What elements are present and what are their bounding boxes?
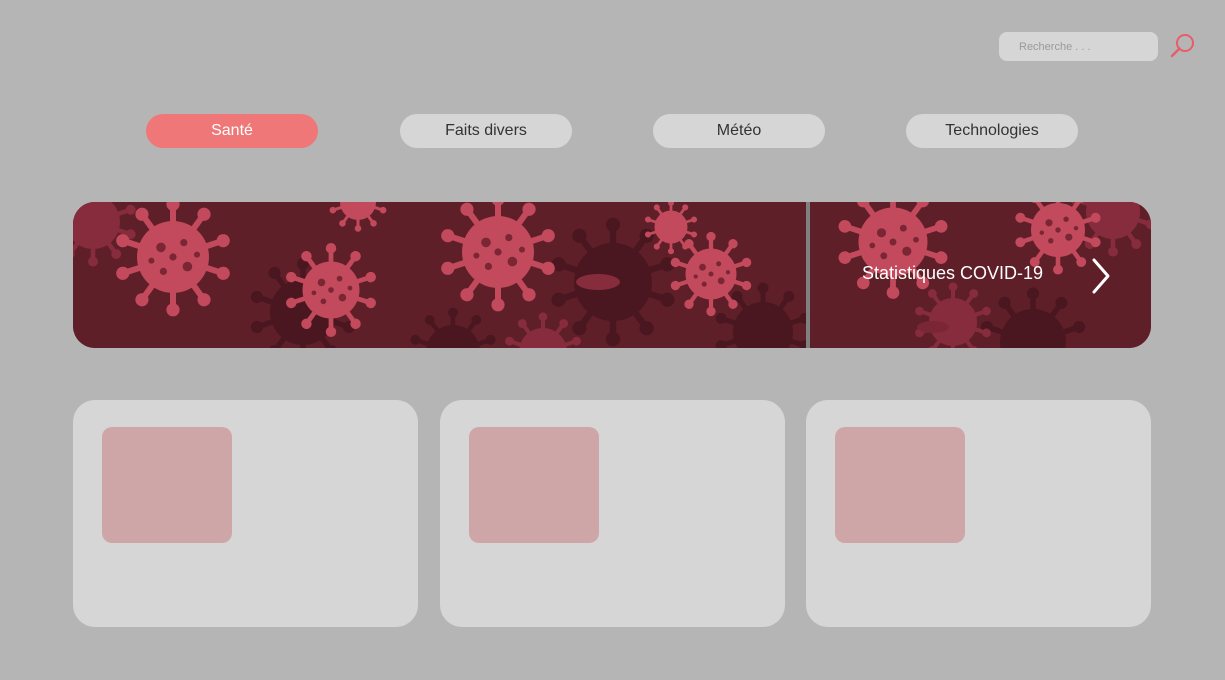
article-thumbnail	[102, 427, 232, 543]
search-icon	[1170, 34, 1194, 58]
article-thumbnail	[835, 427, 965, 543]
banner-title[interactable]: Statistiques COVID-19	[862, 263, 1043, 284]
covid-stats-banner[interactable]: Statistiques COVID-19	[73, 202, 1151, 348]
tab-faits-divers[interactable]: Faits divers	[400, 114, 572, 148]
search-input[interactable]	[999, 32, 1158, 61]
tab-sante[interactable]: Santé	[146, 114, 318, 148]
tab-meteo[interactable]: Météo	[653, 114, 825, 148]
banner-next-button[interactable]	[1086, 256, 1116, 296]
search-button[interactable]	[1168, 31, 1198, 61]
banner-divider	[806, 202, 810, 348]
chevron-right-icon	[1092, 258, 1110, 294]
article-card-2[interactable]	[440, 400, 785, 627]
article-card-1[interactable]	[73, 400, 418, 627]
article-thumbnail	[469, 427, 599, 543]
tab-technologies[interactable]: Technologies	[906, 114, 1078, 148]
article-card-3[interactable]	[806, 400, 1151, 627]
